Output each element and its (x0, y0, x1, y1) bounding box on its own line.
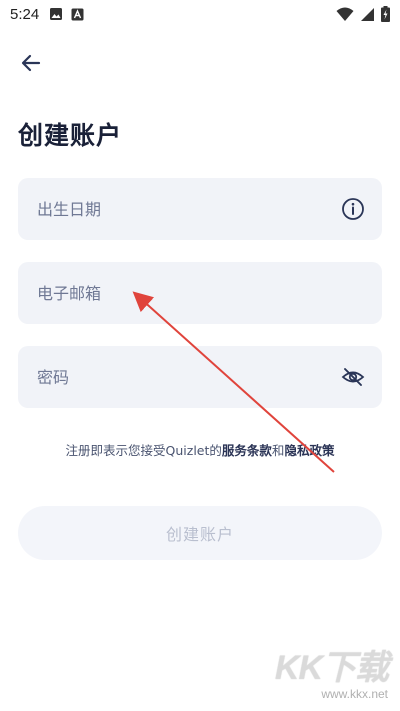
back-button[interactable] (16, 48, 46, 78)
password-input[interactable] (37, 367, 340, 387)
dob-input[interactable] (37, 199, 340, 219)
privacy-policy-link[interactable]: 隐私政策 (284, 443, 334, 458)
battery-charging-icon (381, 6, 390, 22)
signal-icon (361, 7, 374, 21)
a-app-icon (71, 8, 84, 20)
arrow-left-icon (21, 54, 41, 72)
dob-field[interactable] (18, 178, 382, 240)
terms-notice: 注册即表示您接受Quizlet的服务条款和隐私政策 (60, 440, 340, 461)
wifi-icon (336, 7, 354, 21)
terms-of-service-link[interactable]: 服务条款 (222, 443, 272, 458)
email-field[interactable] (18, 262, 382, 324)
terms-prefix: 注册即表示您接受Quizlet的 (65, 443, 222, 458)
info-icon (342, 198, 364, 220)
status-time: 5:24 (10, 5, 40, 23)
watermark-logo: KK下载 (274, 649, 389, 687)
dob-info-button[interactable] (340, 196, 366, 222)
toggle-password-visibility-button[interactable] (340, 364, 366, 390)
watermark: KK下载 www.kkx.net (274, 640, 389, 701)
password-field[interactable] (18, 346, 382, 408)
terms-conjunction: 和 (271, 443, 285, 458)
image-icon (50, 8, 63, 20)
watermark-url: www.kkx.net (321, 687, 388, 701)
email-input[interactable] (37, 283, 366, 303)
status-bar: 5:24 (0, 0, 400, 28)
page-title: 创建账户 (18, 121, 123, 150)
eye-off-icon (341, 368, 365, 386)
create-account-button[interactable]: 创建账户 (18, 506, 382, 560)
